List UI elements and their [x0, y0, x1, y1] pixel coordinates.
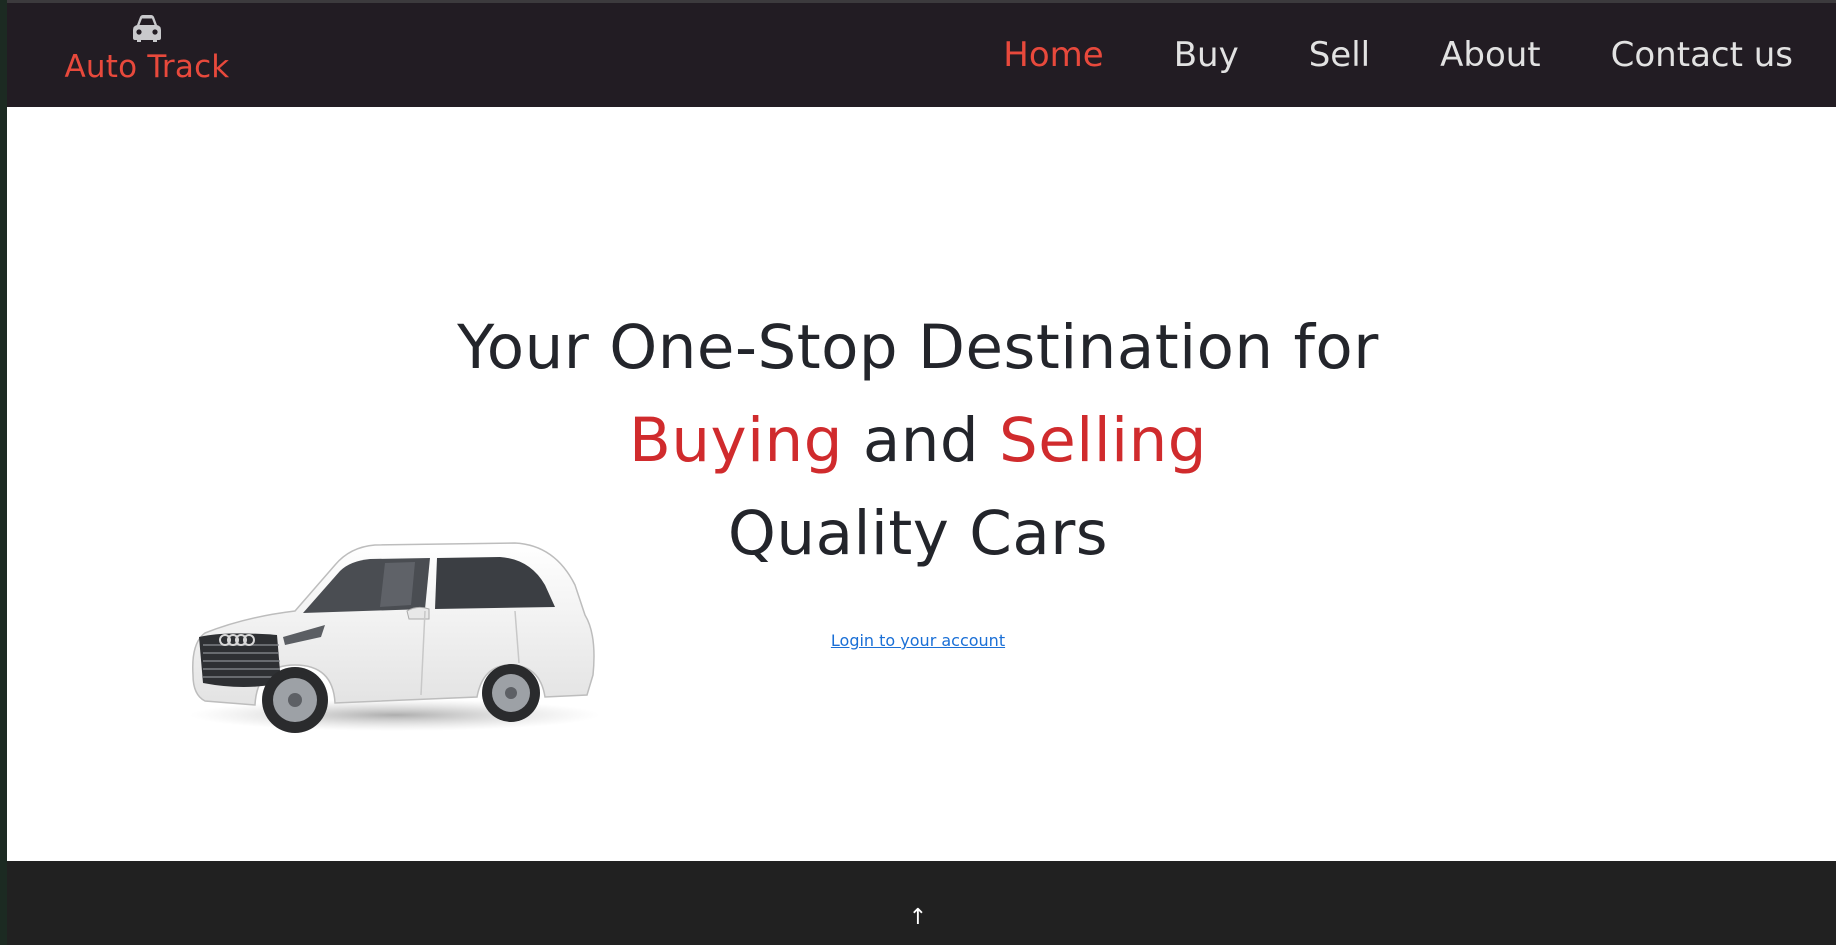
main-nav: Home Buy Sell About Contact us — [933, 3, 1793, 107]
nav-buy[interactable]: Buy — [1174, 3, 1239, 107]
navbar: Auto Track Home Buy Sell About Contact u… — [7, 3, 1836, 107]
page: Auto Track Home Buy Sell About Contact u… — [7, 0, 1836, 945]
login-link[interactable]: Login to your account — [7, 631, 1836, 650]
nav-home[interactable]: Home — [1003, 3, 1103, 107]
hero-heading-line3: Quality Cars — [727, 498, 1109, 569]
brand-logo[interactable]: Auto Track — [57, 11, 237, 101]
back-to-top-button[interactable]: ↑ — [7, 905, 1836, 930]
nav-contact[interactable]: Contact us — [1611, 3, 1793, 107]
hero-selling: Selling — [999, 405, 1207, 476]
car-icon — [133, 15, 161, 42]
hero-heading-line2: Buying and Selling — [7, 405, 1836, 476]
footer — [7, 861, 1836, 945]
hero-heading-line1: Your One-Stop Destination for — [457, 312, 1379, 383]
hero-buying: Buying — [629, 405, 843, 476]
nav-sell[interactable]: Sell — [1309, 3, 1370, 107]
nav-about[interactable]: About — [1440, 3, 1541, 107]
hero-and: and — [842, 405, 999, 476]
brand-name: Auto Track — [64, 49, 230, 85]
